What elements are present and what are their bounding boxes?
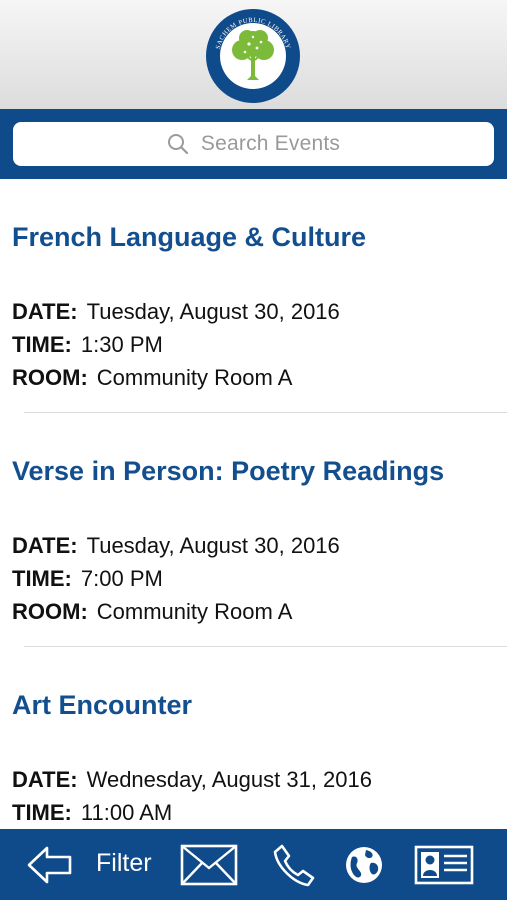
website-button[interactable] [340, 829, 388, 900]
search-icon [167, 134, 189, 155]
search-bar: Search Events [0, 109, 507, 179]
back-button[interactable] [24, 829, 76, 900]
time-label: TIME: [12, 566, 72, 591]
event-time-row: TIME: 11:00 AM [12, 800, 172, 826]
search-input[interactable]: Search Events [13, 122, 494, 166]
id-card-icon [414, 845, 474, 884]
event-time-row: TIME: 7:00 PM [12, 566, 163, 592]
event-date: Tuesday, August 30, 2016 [86, 533, 340, 558]
filter-button[interactable]: Filter [96, 849, 152, 878]
event-item[interactable]: Art Encounter DATE: Wednesday, August 31,… [0, 647, 507, 829]
library-logo: SACHEM PUBLIC LIBRARY YOUR PLACE TO GROW [206, 9, 300, 103]
event-item[interactable]: Verse in Person: Poetry Readings DATE: Tu… [0, 413, 507, 647]
event-date-row: DATE: Tuesday, August 30, 2016 [12, 533, 340, 559]
phone-icon [273, 844, 315, 886]
search-placeholder: Search Events [200, 132, 341, 155]
event-room: Community Room A [96, 365, 293, 390]
event-title[interactable]: French Language & Culture [12, 222, 366, 253]
date-label: DATE: [12, 767, 78, 792]
back-arrow-icon [27, 846, 72, 883]
time-label: TIME: [12, 800, 72, 825]
event-room-row: ROOM: Community Room A [12, 365, 292, 391]
event-room-row: ROOM: Community Room A [12, 599, 292, 625]
event-date-row: DATE: Tuesday, August 30, 2016 [12, 299, 340, 325]
room-label: ROOM: [12, 599, 88, 624]
globe-icon [346, 846, 382, 883]
phone-button[interactable] [268, 829, 320, 900]
events-list: French Language & Culture DATE: Tuesday, … [0, 179, 507, 829]
contact-card-button[interactable] [413, 829, 475, 900]
event-time: 11:00 AM [80, 800, 173, 825]
event-date: Tuesday, August 30, 2016 [86, 299, 340, 324]
envelope-icon [180, 844, 238, 885]
event-item[interactable]: French Language & Culture DATE: Tuesday, … [0, 179, 507, 413]
room-label: ROOM: [12, 365, 88, 390]
event-date-row: DATE: Wednesday, August 31, 2016 [12, 767, 372, 793]
event-title[interactable]: Art Encounter [12, 690, 192, 721]
mail-button[interactable] [178, 829, 240, 900]
event-time: 1:30 PM [80, 332, 163, 357]
date-label: DATE: [12, 533, 78, 558]
event-time-row: TIME: 1:30 PM [12, 332, 163, 358]
bottom-toolbar: Filter [0, 829, 507, 900]
time-label: TIME: [12, 332, 72, 357]
app-header: SACHEM PUBLIC LIBRARY YOUR PLACE TO GROW [0, 0, 507, 109]
event-date: Wednesday, August 31, 2016 [86, 767, 372, 792]
event-time: 7:00 PM [80, 566, 163, 591]
event-title[interactable]: Verse in Person: Poetry Readings [12, 456, 444, 487]
event-room: Community Room A [96, 599, 293, 624]
date-label: DATE: [12, 299, 78, 324]
